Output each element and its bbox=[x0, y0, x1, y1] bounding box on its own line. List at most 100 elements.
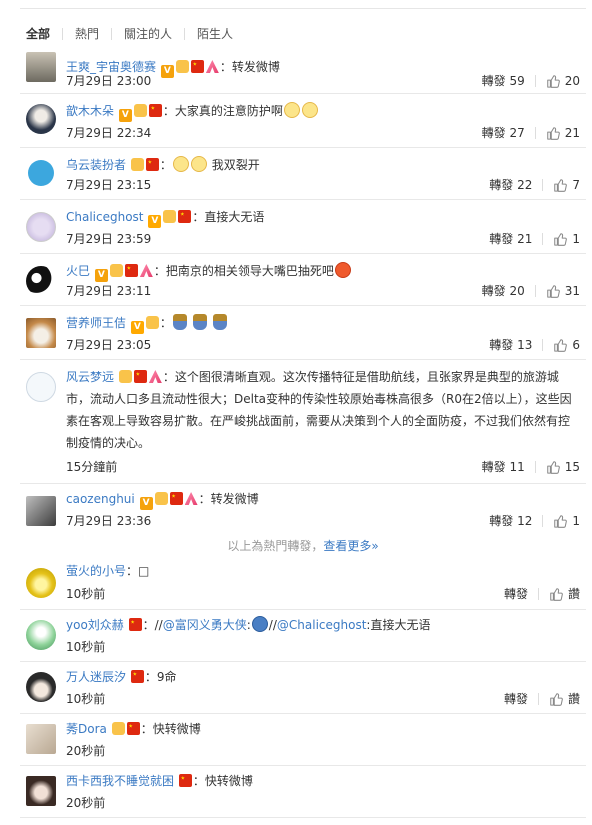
repost-button[interactable]: 轉發 11 bbox=[482, 458, 525, 476]
verified-icon: V bbox=[94, 269, 108, 282]
comment-time: 20秒前 bbox=[66, 796, 106, 810]
avatar[interactable] bbox=[26, 496, 56, 526]
avatar[interactable] bbox=[26, 266, 56, 296]
like-button[interactable]: 15 bbox=[546, 458, 580, 476]
comment-time: 7月29日 23:59 bbox=[66, 232, 152, 246]
colon: ： bbox=[140, 722, 153, 736]
username[interactable]: 风云梦远 bbox=[66, 370, 114, 384]
like-count: 1 bbox=[572, 514, 580, 528]
repost-button[interactable]: 轉發 12 bbox=[489, 512, 532, 530]
mention-link[interactable]: @富冈义勇大侠 bbox=[163, 618, 247, 632]
like-button[interactable]: 1 bbox=[553, 512, 580, 530]
repost-button[interactable]: 轉發 bbox=[504, 690, 528, 708]
repost-button[interactable]: 轉發 59 bbox=[482, 72, 525, 90]
thumbs-up-icon bbox=[546, 126, 560, 140]
comment-item: 风云梦远 ：这个图很清晰直观。这次传播特征是借助航线，且张家界是典型的旅游城市，… bbox=[20, 360, 586, 484]
repost-count: 12 bbox=[517, 514, 533, 528]
china-flag-icon bbox=[178, 774, 192, 787]
comment-item: 营养师王佶 V ： 7月29日 23:05 轉發 13 6 bbox=[20, 306, 586, 360]
see-more-link[interactable]: 查看更多» bbox=[323, 539, 378, 553]
comment-time: 7月29日 23:05 bbox=[66, 338, 152, 352]
avatar[interactable] bbox=[26, 568, 56, 598]
username[interactable]: 萤火的小号 bbox=[66, 564, 126, 578]
member-crown-icon bbox=[133, 104, 147, 117]
comment-item: 萤火的小号：□ 10秒前 轉發 讚 bbox=[20, 560, 586, 610]
top-divider bbox=[20, 8, 586, 9]
username[interactable]: 西卡西我不睡觉就困 bbox=[66, 774, 174, 788]
repost-count: 59 bbox=[509, 74, 525, 88]
like-button[interactable]: 20 bbox=[546, 72, 580, 90]
repost-separator: // bbox=[268, 618, 277, 632]
china-flag-icon bbox=[124, 264, 138, 277]
comment-item: 万人迷辰汐 ：9命 10秒前 轉發 讚 bbox=[20, 662, 586, 714]
repost-button[interactable]: 轉發 20 bbox=[482, 282, 525, 300]
like-count: 7 bbox=[572, 178, 580, 192]
avatar[interactable] bbox=[26, 672, 56, 702]
avatar[interactable] bbox=[26, 318, 56, 348]
like-count: 31 bbox=[564, 284, 580, 298]
comment-time: 15分鐘前 bbox=[66, 460, 118, 474]
tab-following[interactable]: 關注的人 bbox=[111, 28, 184, 40]
repost-button[interactable]: 轉發 bbox=[504, 585, 528, 603]
mention-colon: : bbox=[246, 618, 251, 632]
like-button[interactable]: 21 bbox=[546, 124, 580, 142]
like-button[interactable]: 6 bbox=[553, 336, 580, 354]
avatar[interactable] bbox=[26, 724, 56, 754]
like-button[interactable]: 31 bbox=[546, 282, 580, 300]
tab-all[interactable]: 全部 bbox=[26, 28, 62, 40]
comment-time: 10秒前 bbox=[66, 692, 106, 706]
colon: ： bbox=[192, 210, 205, 224]
hot-reposts-divider: 以上為熱門轉發，查看更多» bbox=[20, 538, 586, 554]
comment-item: 西卡西我不睡觉就困 ：快转微博 20秒前 bbox=[20, 766, 586, 818]
username[interactable]: 火巳 bbox=[66, 264, 90, 278]
repost-button[interactable]: 轉發 13 bbox=[489, 336, 532, 354]
comment-time: 7月29日 23:15 bbox=[66, 178, 152, 192]
comment-text: 9命 bbox=[156, 670, 177, 684]
username[interactable]: 莠Dora bbox=[66, 722, 107, 736]
comment-text: 我双裂开 bbox=[211, 158, 260, 172]
mention-link[interactable]: @Chaliceghost bbox=[277, 618, 367, 632]
thumbs-up-icon bbox=[553, 232, 567, 246]
doge-emoji-icon bbox=[172, 314, 187, 330]
repost-count: 11 bbox=[509, 460, 525, 474]
avatar[interactable] bbox=[28, 160, 54, 186]
avatar[interactable] bbox=[26, 212, 56, 242]
verified-icon: V bbox=[118, 109, 132, 122]
thumbs-up-icon bbox=[553, 338, 567, 352]
thumbs-up-icon bbox=[549, 692, 563, 706]
comment-item: 乌云装扮者 ： 我双裂开 7月29日 23:15 轉發 22 7 bbox=[20, 148, 586, 200]
username[interactable]: yoo刘众赫 bbox=[66, 618, 124, 632]
avatar[interactable] bbox=[26, 372, 56, 402]
emoji-icon bbox=[172, 156, 189, 172]
verified-icon: V bbox=[139, 497, 153, 510]
like-button[interactable]: 讚 bbox=[549, 585, 580, 603]
verified-icon: V bbox=[148, 215, 162, 228]
like-button[interactable]: 1 bbox=[553, 230, 580, 248]
comment-item: Chaliceghost V ：直接大无语 7月29日 23:59 轉發 21 1 bbox=[20, 200, 586, 254]
tab-hot[interactable]: 熱門 bbox=[62, 28, 111, 40]
like-count: 6 bbox=[572, 338, 580, 352]
like-button[interactable]: 讚 bbox=[549, 690, 580, 708]
repost-button[interactable]: 轉發 22 bbox=[489, 176, 532, 194]
tab-strangers[interactable]: 陌生人 bbox=[184, 28, 245, 40]
username[interactable]: Chaliceghost bbox=[66, 210, 144, 224]
username[interactable]: 万人迷辰汐 bbox=[66, 670, 126, 684]
username[interactable]: 乌云装扮者 bbox=[66, 158, 126, 172]
comment-text: 直接大无语 bbox=[204, 210, 265, 224]
member-crown-icon bbox=[130, 158, 144, 171]
comment-time: 20秒前 bbox=[66, 744, 106, 758]
username[interactable]: 歆木木朵 bbox=[66, 104, 114, 118]
repost-button[interactable]: 轉發 27 bbox=[482, 124, 525, 142]
comment-item: 莠Dora ：快转微博 20秒前 bbox=[20, 714, 586, 766]
username[interactable]: 营养师王佶 bbox=[66, 316, 126, 330]
divider-text: 以上為熱門轉發， bbox=[227, 539, 324, 553]
avatar[interactable] bbox=[26, 104, 56, 134]
like-count: 20 bbox=[564, 74, 580, 88]
like-button[interactable]: 7 bbox=[553, 176, 580, 194]
avatar[interactable] bbox=[26, 776, 56, 806]
avatar[interactable] bbox=[26, 52, 56, 82]
avatar[interactable] bbox=[26, 620, 56, 650]
colon: ： bbox=[159, 158, 172, 172]
repost-button[interactable]: 轉發 21 bbox=[489, 230, 532, 248]
username[interactable]: caozenghui bbox=[66, 492, 135, 506]
